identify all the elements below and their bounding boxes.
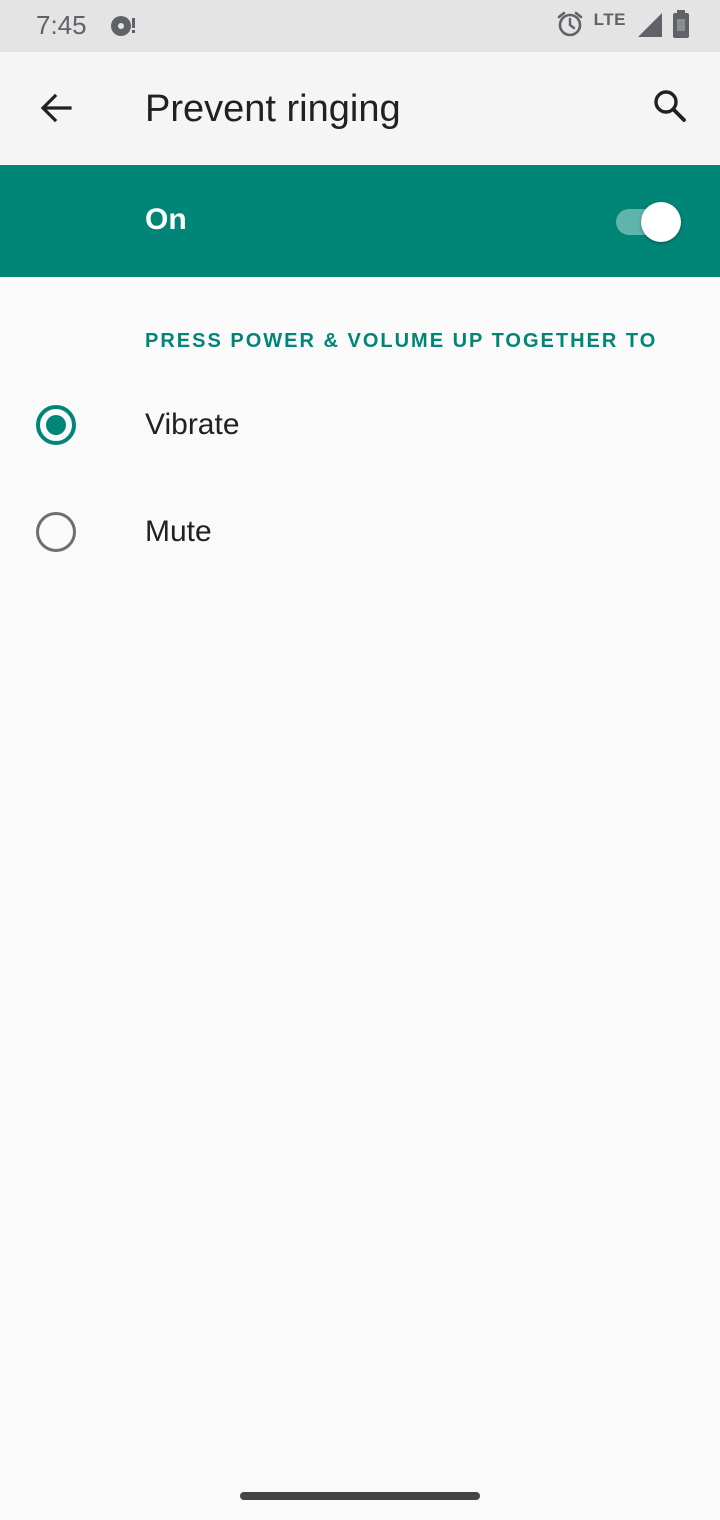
- section-header: PRESS POWER & VOLUME UP TOGETHER TO: [145, 330, 658, 352]
- network-type: LTE: [593, 10, 626, 29]
- master-toggle[interactable]: [614, 201, 684, 242]
- back-button[interactable]: [28, 82, 84, 138]
- search-icon: [652, 88, 688, 129]
- arrow-back-icon: [38, 90, 74, 131]
- signal-icon: [636, 11, 662, 42]
- page-title: Prevent ringing: [145, 88, 401, 130]
- radio-button[interactable]: [36, 512, 76, 552]
- alarm-icon: [556, 10, 584, 43]
- app-bar: Prevent ringing: [0, 52, 720, 164]
- status-time: 7:45: [36, 10, 87, 40]
- toggle-thumb: [641, 202, 681, 242]
- master-switch-label: On: [145, 203, 187, 236]
- status-bar: 7:45 LTE: [0, 0, 720, 52]
- battery-icon: [672, 9, 690, 43]
- option-vibrate[interactable]: Vibrate: [0, 372, 720, 478]
- sync-icon: [108, 12, 138, 40]
- search-button[interactable]: [642, 80, 698, 136]
- option-mute[interactable]: Mute: [0, 479, 720, 585]
- radio-button-selected[interactable]: [36, 405, 76, 445]
- gesture-nav-handle[interactable]: [240, 1492, 480, 1500]
- radio-dot: [46, 415, 66, 435]
- master-switch-bar[interactable]: On: [0, 165, 720, 277]
- status-icons: LTE: [556, 9, 690, 43]
- option-label: Mute: [145, 515, 212, 548]
- option-label: Vibrate: [145, 408, 240, 441]
